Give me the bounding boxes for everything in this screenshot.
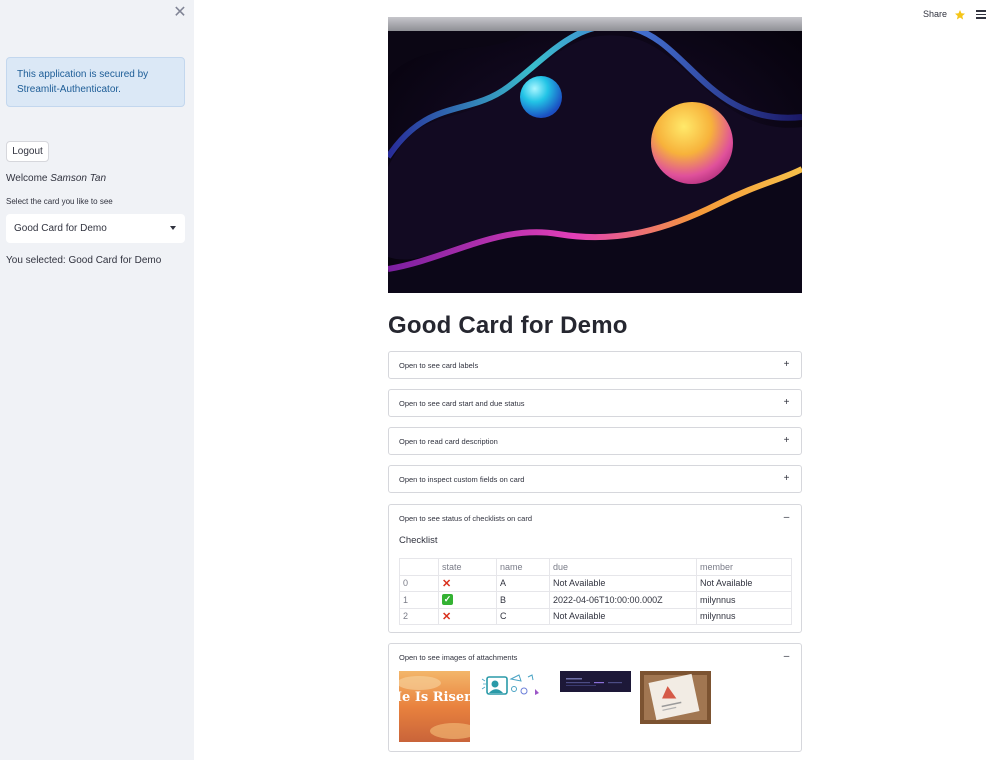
- cross-mark-icon: ✕: [442, 577, 452, 590]
- minus-icon[interactable]: –: [782, 513, 791, 523]
- state-cell: ✓: [438, 591, 497, 609]
- cyan-sphere: [520, 76, 562, 118]
- info-alert-text: This application is secured by Streamlit…: [17, 69, 149, 95]
- share-button[interactable]: Share: [923, 9, 947, 19]
- expander-label: Open to see card labels: [399, 361, 479, 370]
- star-icon[interactable]: [954, 9, 966, 21]
- checklist-table[interactable]: state name due member 0 ✕ A Not Availabl…: [399, 558, 792, 625]
- expander-header[interactable]: Open to see card labels +: [389, 352, 801, 379]
- expander-card-description[interactable]: Open to read card description +: [388, 427, 802, 455]
- expander-header[interactable]: Open to see status of checklists on card…: [389, 505, 801, 532]
- expander-header[interactable]: Open to read card description +: [389, 428, 801, 455]
- column-header[interactable]: [399, 558, 439, 576]
- attachment-image-he-is-risen[interactable]: He Is Risen!: [399, 671, 470, 742]
- expander-header[interactable]: Open to see card start and due status +: [389, 390, 801, 417]
- column-header[interactable]: due: [549, 558, 697, 576]
- hero-artwork: [388, 17, 802, 293]
- expander-card-labels[interactable]: Open to see card labels +: [388, 351, 802, 379]
- plus-icon[interactable]: +: [782, 398, 791, 408]
- card-select[interactable]: Good Card for Demo: [6, 214, 185, 243]
- expander-start-due-status[interactable]: Open to see card start and due status +: [388, 389, 802, 417]
- cross-mark-icon: ✕: [442, 610, 452, 623]
- state-cell: ✕: [438, 574, 497, 592]
- user-name: Samson Tan: [50, 173, 107, 184]
- minus-icon[interactable]: –: [782, 652, 791, 662]
- plus-icon[interactable]: +: [782, 360, 791, 370]
- check-mark-icon: ✓: [442, 594, 453, 606]
- welcome-prefix: Welcome: [6, 173, 48, 184]
- expander-label: Open to read card description: [399, 437, 498, 446]
- row-index: 0: [399, 574, 439, 592]
- member-cell: milynnus: [696, 607, 792, 625]
- table-header-row: state name due member: [399, 558, 792, 576]
- hamburger-menu-icon[interactable]: [976, 10, 986, 19]
- row-index: 2: [399, 607, 439, 625]
- gold-sphere: [651, 102, 733, 184]
- expander-header[interactable]: Open to inspect custom fields on card +: [389, 466, 801, 493]
- close-sidebar-icon[interactable]: ✕: [172, 5, 188, 21]
- table-row: 2 ✕ C Not Available milynnus: [399, 607, 792, 625]
- expander-label: Open to see status of checklists on card: [399, 514, 532, 523]
- attachment-image-title: He Is Risen!: [399, 690, 470, 705]
- expander-label: Open to see card start and due status: [399, 399, 525, 408]
- hero-image: [388, 17, 802, 293]
- name-cell: B: [496, 591, 550, 609]
- expander-label: Open to see images of attachments: [399, 653, 518, 662]
- column-header[interactable]: member: [696, 558, 792, 576]
- state-cell: ✕: [438, 607, 497, 625]
- selected-card-text: You selected: Good Card for Demo: [6, 255, 162, 266]
- attachment-image-photo[interactable]: [640, 671, 711, 724]
- page-title: Good Card for Demo: [388, 312, 628, 339]
- table-row: 1 ✓ B 2022-04-06T10:00:00.000Z milynnus: [399, 591, 792, 609]
- due-cell: Not Available: [549, 574, 697, 592]
- attachment-image-illustration[interactable]: [481, 671, 552, 701]
- plus-icon[interactable]: +: [782, 474, 791, 484]
- due-cell: Not Available: [549, 607, 697, 625]
- expander-header[interactable]: Open to see images of attachments –: [389, 644, 801, 671]
- column-header[interactable]: state: [438, 558, 497, 576]
- expander-attachments: Open to see images of attachments – He I…: [388, 643, 802, 752]
- due-cell: 2022-04-06T10:00:00.000Z: [549, 591, 697, 609]
- sidebar: ✕ This application is secured by Streaml…: [0, 0, 194, 760]
- name-cell: A: [496, 574, 550, 592]
- row-index: 1: [399, 591, 439, 609]
- table-row: 0 ✕ A Not Available Not Available: [399, 574, 792, 592]
- hero-image-top-band: [388, 17, 802, 31]
- checklist-heading: Checklist: [399, 535, 438, 546]
- logout-button[interactable]: Logout: [6, 141, 49, 162]
- expander-checklists: Open to see status of checklists on card…: [388, 504, 802, 633]
- caret-down-icon: [170, 226, 176, 230]
- expander-label: Open to inspect custom fields on card: [399, 475, 525, 484]
- card-select-value: Good Card for Demo: [14, 223, 107, 234]
- member-cell: Not Available: [696, 574, 792, 592]
- plus-icon[interactable]: +: [782, 436, 791, 446]
- card-select-label: Select the card you like to see: [6, 197, 113, 206]
- member-cell: milynnus: [696, 591, 792, 609]
- welcome-message: Welcome Samson Tan: [6, 172, 106, 186]
- info-alert: This application is secured by Streamlit…: [6, 57, 185, 107]
- expander-custom-fields[interactable]: Open to inspect custom fields on card +: [388, 465, 802, 493]
- column-header[interactable]: name: [496, 558, 550, 576]
- attachment-image-screenshot[interactable]: [560, 671, 631, 692]
- name-cell: C: [496, 607, 550, 625]
